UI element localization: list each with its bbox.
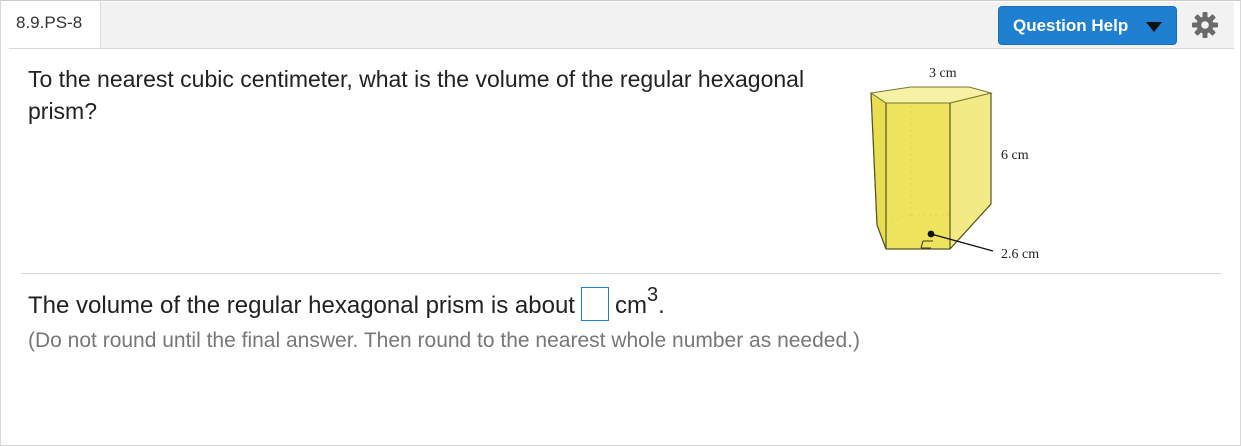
question-id-label: 8.9.PS-8 xyxy=(16,13,83,32)
answer-prefix: The volume of the regular hexagonal pris… xyxy=(28,292,575,319)
question-help-button[interactable]: Question Help xyxy=(998,6,1177,45)
question-id-tab: 8.9.PS-8 xyxy=(9,2,101,48)
apothem-label: 2.6 cm xyxy=(1001,247,1039,262)
answer-unit: cm xyxy=(614,292,647,319)
side-length-label: 3 cm xyxy=(929,66,957,81)
section-divider xyxy=(21,273,1221,274)
question-panel: 8.9.PS-8 Question Help To the nearest cu… xyxy=(0,0,1241,446)
answer-suffix: . xyxy=(658,292,665,319)
question-prompt: To the nearest cubic centimeter, what is… xyxy=(28,66,805,124)
answer-input[interactable] xyxy=(580,286,609,321)
caret-down-icon xyxy=(1146,22,1162,32)
question-header: 8.9.PS-8 Question Help xyxy=(9,2,1234,49)
rounding-instructions: (Do not round until the final answer. Th… xyxy=(28,329,860,352)
answer-unit-exponent: 3 xyxy=(646,284,659,306)
question-help-label: Question Help xyxy=(1013,16,1129,35)
hexagonal-prism-figure: 3 cm 6 cm 2.6 cm xyxy=(869,66,1039,262)
answer-statement: The volume of the regular hexagonal pris… xyxy=(28,284,665,327)
gear-icon[interactable] xyxy=(1191,11,1219,39)
height-label: 6 cm xyxy=(1001,148,1029,163)
